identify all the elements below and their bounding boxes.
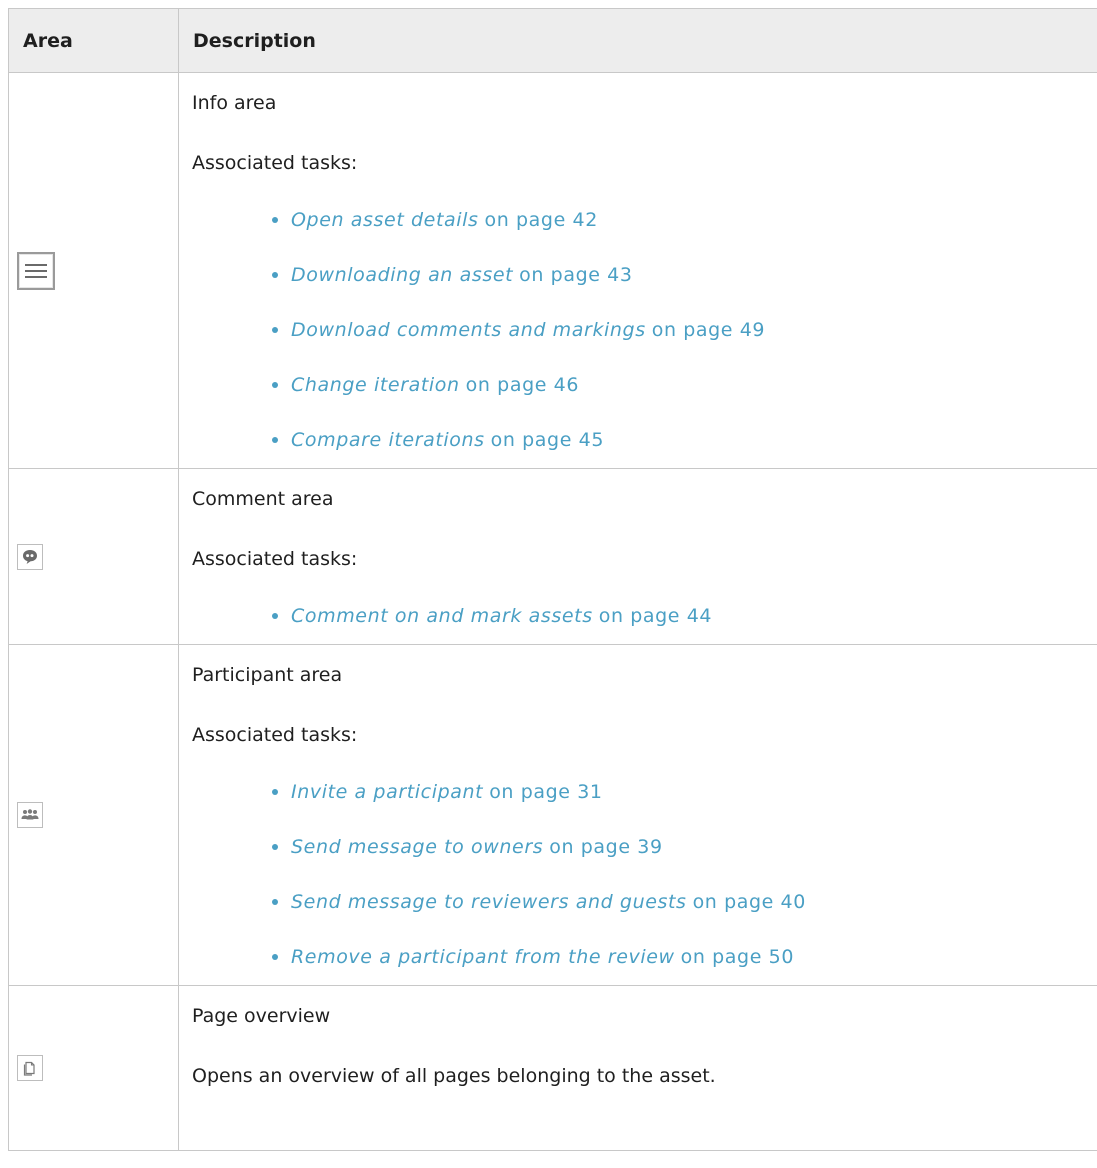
page-ref[interactable]: on page 40 [693,891,806,914]
list-item: Change iteration on page 46 [272,358,1097,413]
task-link[interactable]: Invite a participant [291,781,483,804]
list-item: Download comments and markings on page 49 [272,303,1097,358]
page-ref[interactable]: on page 46 [466,374,579,397]
area-title: Participant area [192,663,343,686]
bullet-icon [272,381,278,388]
page-ref[interactable]: on page 43 [519,264,632,287]
task-list: Open asset details on page 42 Downloading… [192,193,1097,468]
page-ref[interactable]: on page 39 [549,836,662,859]
area-title: Comment area [192,487,334,510]
task-list: Invite a participant on page 31 Send mess… [192,765,1097,985]
task-link[interactable]: Remove a participant from the review [291,946,675,969]
comment-bubble-icon [17,543,43,570]
area-title: Info area [192,91,277,114]
task-link[interactable]: Send message to reviewers and guests [291,891,687,914]
associated-tasks-label: Associated tasks: [192,151,358,174]
area-title: Page overview [192,1004,331,1027]
task-link[interactable]: Send message to owners [291,836,543,859]
task-link[interactable]: Compare iterations [291,429,485,452]
list-item: Remove a participant from the review on p… [272,930,1097,985]
list-item: Downloading an asset on page 43 [272,248,1097,303]
participants-icon [17,802,43,828]
bullet-icon [272,436,278,443]
table-row: Info area Associated tasks: Open asset d… [8,72,1097,469]
list-item: Open asset details on page 42 [272,193,1097,248]
area-description-table: Area Description Info area Associated ta… [8,8,1097,1151]
menu-lines-icon [17,251,55,290]
list-item: Compare iterations on page 45 [272,413,1097,468]
task-link[interactable]: Open asset details [291,209,479,232]
list-item: Comment on and mark assets on page 44 [272,589,1097,644]
table-row: Participant area Associated tasks: Invit… [8,644,1097,986]
description-cell: Info area Associated tasks: Open asset d… [178,72,1097,469]
description-cell: Participant area Associated tasks: Invit… [178,644,1097,986]
task-link[interactable]: Comment on and mark assets [291,605,593,628]
area-icon-cell [8,644,179,986]
header-description: Description [178,8,1097,73]
bullet-icon [272,788,278,795]
list-item: Send message to owners on page 39 [272,820,1097,875]
page-ref[interactable]: on page 31 [489,781,602,804]
description-cell: Page overview Opens an overview of all p… [178,985,1097,1151]
bullet-icon [272,953,278,960]
area-icon-cell [8,72,179,469]
bullet-icon [272,271,278,278]
associated-tasks-label: Associated tasks: [192,547,358,570]
task-link[interactable]: Download comments and markings [291,319,646,342]
associated-tasks-label: Associated tasks: [192,723,358,746]
page-ref[interactable]: on page 42 [485,209,598,232]
area-icon-cell [8,985,179,1151]
page-ref[interactable]: on page 44 [599,605,712,628]
bullet-icon [272,216,278,223]
list-item: Invite a participant on page 31 [272,765,1097,820]
task-link[interactable]: Downloading an asset [291,264,513,287]
description-cell: Comment area Associated tasks: Comment o… [178,468,1097,645]
area-description-text: Opens an overview of all pages belonging… [192,1064,716,1087]
bullet-icon [272,326,278,333]
area-icon-cell [8,468,179,645]
task-list: Comment on and mark assets on page 44 [192,589,1097,644]
task-link[interactable]: Change iteration [291,374,460,397]
table-header-row: Area Description [8,8,1097,73]
pages-icon [17,1055,43,1081]
page-ref[interactable]: on page 49 [652,319,765,342]
header-area: Area [8,8,179,73]
table-row: Page overview Opens an overview of all p… [8,985,1097,1151]
list-item: Send message to reviewers and guests on p… [272,875,1097,930]
table-row: Comment area Associated tasks: Comment o… [8,468,1097,645]
bullet-icon [272,612,278,619]
page-ref[interactable]: on page 45 [491,429,604,452]
bullet-icon [272,843,278,850]
page-ref[interactable]: on page 50 [681,946,794,969]
bullet-icon [272,898,278,905]
